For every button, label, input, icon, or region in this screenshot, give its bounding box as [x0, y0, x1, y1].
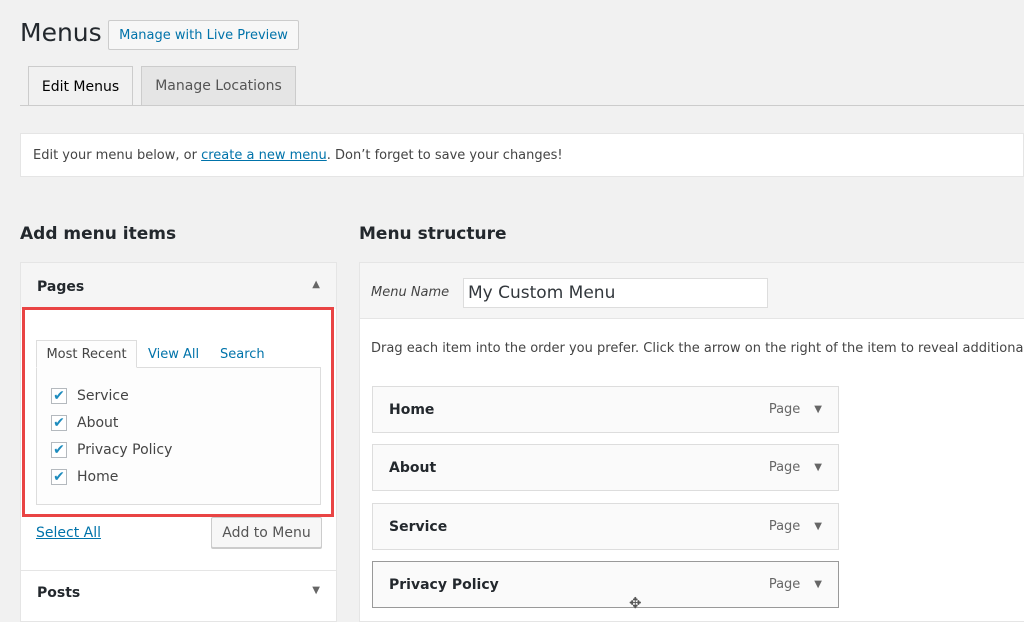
highlight-box [22, 307, 334, 517]
menu-item-type: Page [768, 519, 801, 534]
menu-item[interactable]: About Page ▼ [372, 444, 839, 491]
menu-structure-panel: Menu Name Drag each item into the order … [359, 262, 1024, 622]
menu-name-label: Menu Name [371, 285, 450, 300]
posts-title: Posts [37, 585, 81, 601]
move-cursor-icon: ✥ [629, 594, 642, 612]
tab-divider [20, 105, 1024, 106]
structure-heading: Menu structure [359, 224, 507, 244]
tab-manage-locations[interactable]: Manage Locations [141, 66, 296, 105]
expand-arrow-icon[interactable]: ▼ [814, 579, 822, 590]
expand-arrow-icon[interactable]: ▼ [814, 462, 822, 473]
notice: Edit your menu below, or create a new me… [20, 133, 1024, 177]
live-preview-button[interactable]: Manage with Live Preview [108, 20, 299, 50]
menu-item-type: Page [768, 402, 801, 417]
select-all-link[interactable]: Select All [36, 525, 101, 541]
menu-structure-header: Menu Name [360, 263, 1024, 319]
collapse-up-icon[interactable]: ▲ [312, 279, 320, 293]
menu-item-title: About [389, 459, 437, 476]
menu-item-title: Home [389, 401, 435, 418]
posts-panel-header[interactable]: Posts ▼ [21, 570, 336, 615]
page-title: Menus [20, 18, 102, 47]
create-menu-link[interactable]: create a new menu [201, 148, 327, 163]
pages-panel-header[interactable]: Pages ▲ [21, 263, 336, 309]
expand-arrow-icon[interactable]: ▼ [814, 404, 822, 415]
menu-item-title: Service [389, 518, 448, 535]
menu-item-type: Page [768, 460, 801, 475]
menu-item-title: Privacy Policy [389, 576, 499, 593]
tab-most-recent[interactable]: Most Recent [36, 340, 137, 368]
add-to-menu-button[interactable]: Add to Menu [211, 517, 322, 548]
menu-item[interactable]: Service Page ▼ [372, 503, 839, 550]
instructions: Drag each item into the order you prefer… [371, 341, 1024, 356]
menu-item[interactable]: Privacy Policy Page ▼ [372, 561, 839, 608]
notice-text-end: . Don’t forget to save your changes! [326, 148, 563, 163]
add-items-heading: Add menu items [20, 224, 177, 244]
pages-title: Pages [37, 279, 85, 295]
tab-edit-menus[interactable]: Edit Menus [28, 66, 133, 106]
menu-item-type: Page [768, 577, 801, 592]
expand-down-icon[interactable]: ▼ [312, 585, 320, 601]
menu-item[interactable]: Home Page ▼ [372, 386, 839, 433]
notice-text: Edit your menu below, or [33, 148, 202, 163]
expand-arrow-icon[interactable]: ▼ [814, 521, 822, 532]
menu-name-input[interactable] [463, 278, 768, 308]
